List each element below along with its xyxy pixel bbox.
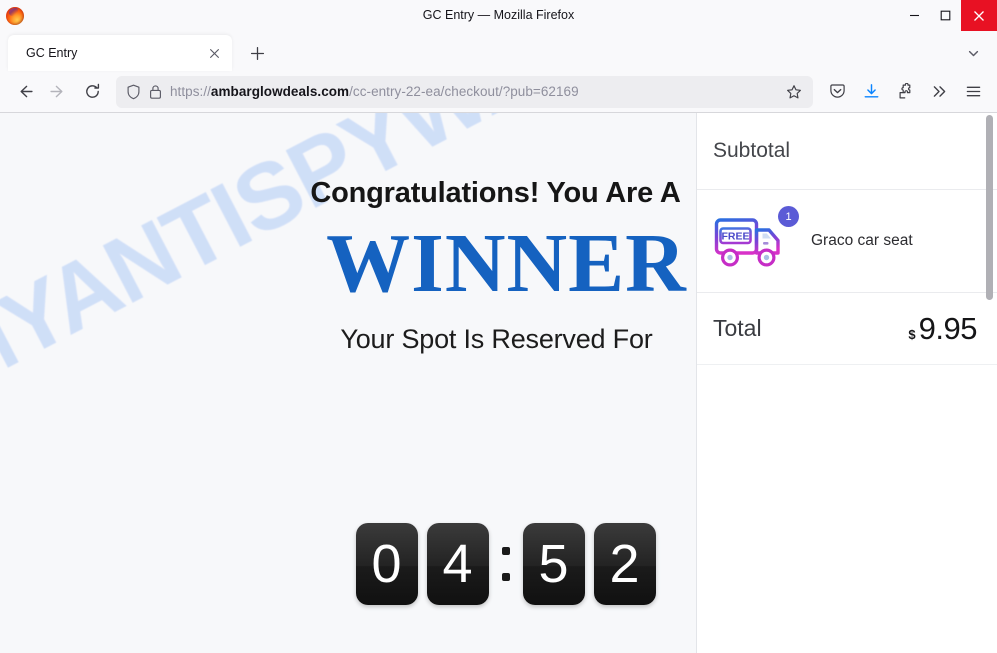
url-host: ambarglowdeals.com xyxy=(210,84,350,99)
total-amount: 9.95 xyxy=(918,310,978,346)
close-window-button[interactable] xyxy=(961,0,997,31)
cart-item-name: Graco car seat xyxy=(811,232,913,249)
url-scheme: https:// xyxy=(170,84,211,99)
bookmark-star-icon[interactable] xyxy=(781,79,807,105)
page-scrollbar[interactable] xyxy=(984,115,995,653)
window-controls xyxy=(899,0,997,31)
cart-sidebar: Subtotal FREE 1 Graco car seat Total $ 9… xyxy=(696,113,997,653)
url-text[interactable]: https://ambarglowdeals.com/cc-entry-22-e… xyxy=(170,84,773,99)
scrollbar-thumb[interactable] xyxy=(986,115,993,300)
page-viewport: MYANTISPYWARE.COM Congratulations! You A… xyxy=(0,113,997,653)
list-all-tabs-icon[interactable] xyxy=(959,39,987,67)
countdown-minute-tens: 0 xyxy=(355,523,418,605)
url-bar[interactable]: https://ambarglowdeals.com/cc-entry-22-e… xyxy=(116,75,813,108)
tab-title: GC Entry xyxy=(26,46,78,60)
title-bar: GC Entry — Mozilla Firefox xyxy=(0,0,997,31)
countdown-second-tens: 5 xyxy=(522,523,585,605)
subtotal-label: Subtotal xyxy=(697,113,997,190)
maximize-button[interactable] xyxy=(930,0,961,31)
downloads-icon[interactable] xyxy=(855,76,887,108)
tab-gc-entry[interactable]: GC Entry xyxy=(8,35,232,71)
reload-button[interactable] xyxy=(76,76,108,108)
tab-strip: GC Entry xyxy=(0,31,997,71)
navigation-toolbar: https://ambarglowdeals.com/cc-entry-22-e… xyxy=(0,71,997,113)
cart-total-row: Total $ 9.95 xyxy=(697,293,997,365)
countdown-separator xyxy=(498,529,514,599)
firefox-window: GC Entry — Mozilla Firefox GC Entry http… xyxy=(0,0,997,653)
new-tab-button[interactable] xyxy=(242,38,272,68)
firefox-logo-icon xyxy=(6,6,24,25)
minimize-button[interactable] xyxy=(899,0,930,31)
total-label: Total xyxy=(713,315,762,341)
countdown-second-ones: 2 xyxy=(593,523,656,605)
lock-icon[interactable] xyxy=(149,84,162,100)
total-price: $ 9.95 xyxy=(908,311,977,347)
window-title: GC Entry — Mozilla Firefox xyxy=(422,8,575,22)
close-tab-icon[interactable] xyxy=(204,43,224,63)
currency-symbol: $ xyxy=(908,326,916,342)
free-shipping-truck-icon: FREE 1 xyxy=(713,206,799,272)
item-quantity-badge: 1 xyxy=(778,206,799,227)
shield-icon[interactable] xyxy=(126,84,141,100)
back-button[interactable] xyxy=(8,76,40,108)
url-path: /cc-entry-22-ea/checkout/?pub=62169 xyxy=(349,84,579,99)
forward-button[interactable] xyxy=(42,76,74,108)
cart-line-item[interactable]: FREE 1 Graco car seat xyxy=(697,190,997,293)
app-menu-icon[interactable] xyxy=(957,76,989,108)
extensions-icon[interactable] xyxy=(889,76,921,108)
countdown-minute-ones: 4 xyxy=(426,523,489,605)
pocket-icon[interactable] xyxy=(821,76,853,108)
free-shipping-text: FREE xyxy=(721,231,749,243)
overflow-chevrons-icon[interactable] xyxy=(923,76,955,108)
